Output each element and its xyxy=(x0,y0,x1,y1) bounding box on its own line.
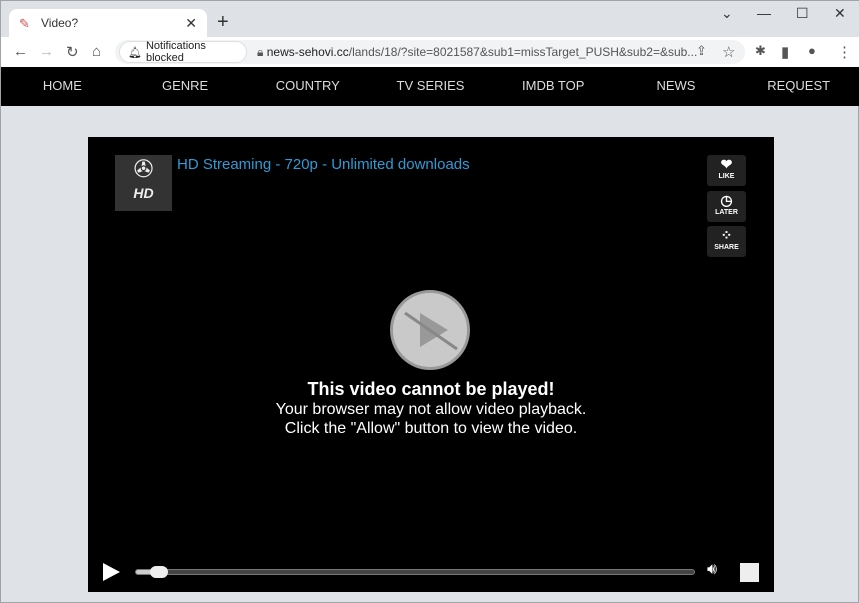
new-tab-button[interactable]: + xyxy=(217,11,229,34)
menu-icon[interactable]: ⋮ xyxy=(837,43,852,61)
close-tab-icon[interactable]: ✕ xyxy=(185,15,197,32)
like-button[interactable]: ❤ LIKE xyxy=(707,155,746,186)
side-panel-icon[interactable]: ▮ xyxy=(781,43,789,61)
bell-icon: 🔔︎ xyxy=(128,46,142,59)
seek-bar[interactable] xyxy=(135,566,695,578)
tab-title: Video? xyxy=(41,16,79,30)
share-icon[interactable]: ⇪ xyxy=(696,43,707,59)
reload-icon[interactable]: ↻ xyxy=(66,43,79,61)
close-window-button[interactable]: ✕ xyxy=(834,5,846,22)
favicon-icon: ✎ xyxy=(19,16,30,31)
bookmark-star-icon[interactable]: ☆ xyxy=(722,43,735,61)
video-title[interactable]: HD Streaming - 720p - Unlimited download… xyxy=(177,156,470,173)
error-line-2: Click the "Allow" button to view the vid… xyxy=(284,420,578,437)
seek-handle[interactable] xyxy=(149,566,168,578)
fullscreen-icon[interactable] xyxy=(740,563,759,582)
later-button[interactable]: ◷ LATER xyxy=(707,191,746,222)
share-icon: ⁘ xyxy=(720,227,733,243)
nav-tv-series[interactable]: TV SERIES xyxy=(369,67,492,106)
hd-film-logo: ✇ HD xyxy=(115,155,172,211)
notifications-blocked-chip[interactable]: 🔔︎ Notifications blocked xyxy=(119,40,247,64)
error-line-1: Your browser may not allow video playbac… xyxy=(275,401,587,418)
heart-icon: ❤ xyxy=(720,156,733,172)
blocked-play-icon[interactable] xyxy=(390,290,470,370)
maximize-button[interactable]: ☐ xyxy=(796,5,809,22)
url-text[interactable]: 🔒︎ news-sehovi.cc/lands/18/?site=8021587… xyxy=(257,45,697,60)
nav-request[interactable]: REQUEST xyxy=(737,67,859,106)
volume-icon[interactable]: 🔊︎ xyxy=(707,561,717,579)
profile-icon[interactable]: ● xyxy=(808,43,816,58)
nav-home[interactable]: HOME xyxy=(1,67,124,106)
tab-search-icon[interactable]: ⌄ xyxy=(721,5,733,22)
play-icon[interactable] xyxy=(101,562,121,582)
nav-imdb-top[interactable]: IMDB TOP xyxy=(492,67,615,106)
forward-icon[interactable]: → xyxy=(39,43,54,60)
video-player[interactable]: ✇ HD HD Streaming - 720p - Unlimited dow… xyxy=(88,137,774,592)
nav-news[interactable]: NEWS xyxy=(615,67,738,106)
extensions-icon[interactable]: ✱ xyxy=(755,43,766,59)
share-button[interactable]: ⁘ SHARE xyxy=(707,226,746,257)
browser-tab[interactable]: ✎ Video? ✕ xyxy=(9,9,207,37)
nav-country[interactable]: COUNTRY xyxy=(246,67,369,106)
film-reel-icon: ✇ xyxy=(133,156,154,183)
home-icon[interactable]: ⌂ xyxy=(92,43,101,60)
minimize-button[interactable]: — xyxy=(757,5,771,21)
back-icon[interactable]: ← xyxy=(13,43,28,60)
clock-icon: ◷ xyxy=(720,192,733,208)
nav-genre[interactable]: GENRE xyxy=(124,67,247,106)
site-nav: HOME GENRE COUNTRY TV SERIES IMDB TOP NE… xyxy=(1,67,859,106)
notifications-label: Notifications blocked xyxy=(145,40,206,64)
error-heading: This video cannot be played! xyxy=(307,379,555,399)
tab-strip: ✎ Video? ✕ + ⌄ — ☐ ✕ xyxy=(1,1,859,37)
